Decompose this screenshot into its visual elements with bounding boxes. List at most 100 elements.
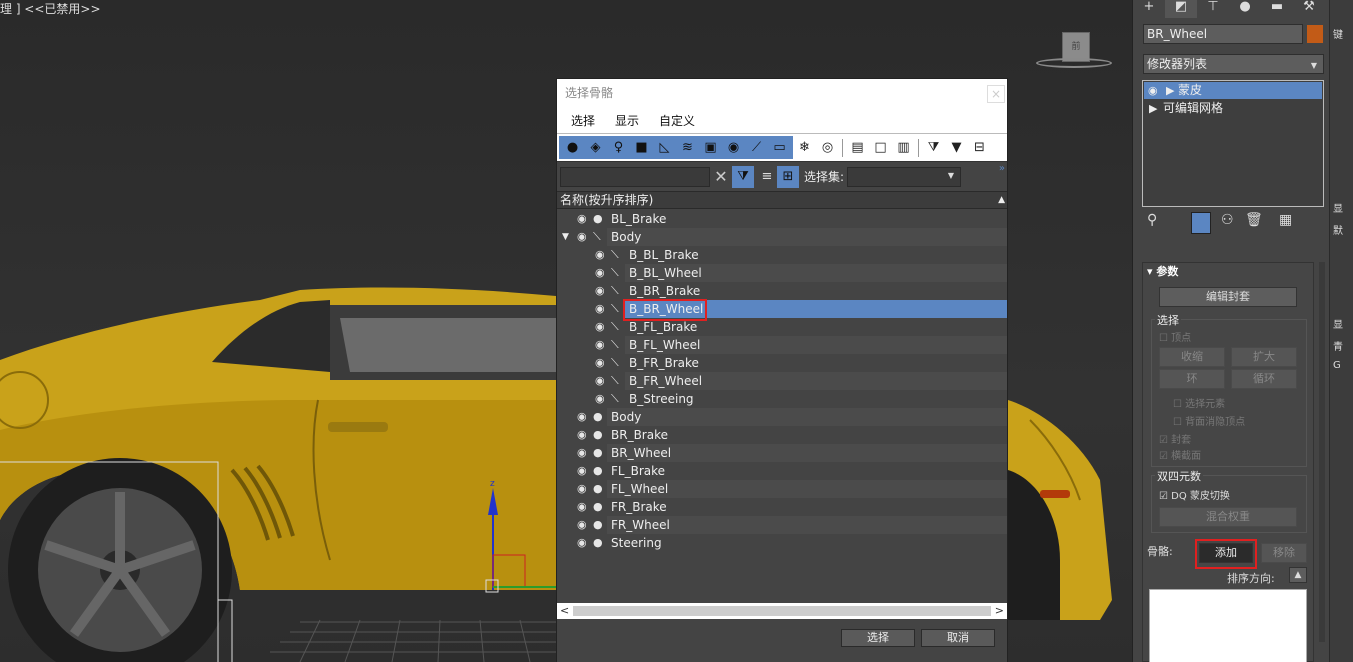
backface-checkbox[interactable]: ☐ 背面消隐顶点 bbox=[1173, 413, 1245, 428]
shape-filter-icon[interactable]: ◈ bbox=[584, 136, 607, 159]
remove-bone-button[interactable]: 移除 bbox=[1261, 543, 1307, 563]
layer-box-icon[interactable]: ⊟ bbox=[968, 136, 991, 159]
edit-envelope-button[interactable]: 编辑封套 bbox=[1159, 287, 1297, 307]
list-none-icon[interactable]: □ bbox=[869, 136, 892, 159]
stack-item-skin[interactable]: ◉ ▶ 蒙皮 bbox=[1144, 82, 1322, 99]
make-unique-icon[interactable]: ⚇ bbox=[1221, 212, 1234, 228]
configure-icon[interactable]: ▦ bbox=[1279, 212, 1292, 228]
cancel-button[interactable]: 取消 bbox=[921, 629, 995, 647]
menu-display[interactable]: 显示 bbox=[615, 112, 639, 129]
object-name-field[interactable]: BR_Wheel bbox=[1143, 24, 1303, 44]
tree-row[interactable]: ◉ ⟍ B_BL_Wheel bbox=[557, 264, 1007, 282]
utilities-tab-icon[interactable]: ⚒ bbox=[1293, 0, 1325, 18]
dialog-titlebar[interactable]: 选择骨骼 × bbox=[557, 79, 1007, 108]
visibility-eye-icon[interactable]: ◉ bbox=[595, 282, 605, 300]
eye-icon[interactable]: ◉ bbox=[1148, 82, 1158, 99]
visibility-eye-icon[interactable]: ◉ bbox=[577, 516, 587, 534]
tree-row[interactable]: ◉ ● BL_Brake bbox=[557, 210, 1007, 228]
cross-section-checkbox[interactable]: ☑ 横截面 bbox=[1159, 447, 1201, 462]
visibility-eye-icon[interactable]: ◉ bbox=[595, 354, 605, 372]
blend-weights-button[interactable]: 混合权重 bbox=[1159, 507, 1297, 527]
hierarchy-icon[interactable]: ⊞ bbox=[777, 165, 799, 188]
tree-row[interactable]: ◉ ● BR_Wheel bbox=[557, 444, 1007, 462]
visibility-eye-icon[interactable]: ◉ bbox=[595, 372, 605, 390]
tree-row[interactable]: ◉ ● Steering bbox=[557, 534, 1007, 552]
strip-label[interactable]: G bbox=[1333, 360, 1341, 371]
envelope-checkbox[interactable]: ☑ 封套 bbox=[1159, 431, 1191, 446]
scroll-left-icon[interactable]: < bbox=[560, 603, 569, 619]
list-invert-icon[interactable]: ▥ bbox=[892, 136, 915, 159]
geometry-filter-icon[interactable]: ● bbox=[561, 136, 584, 159]
dq-toggle-checkbox[interactable]: ☑ DQ 蒙皮切换 bbox=[1159, 487, 1230, 502]
tree-row[interactable]: ◉ ⟍ B_BR_Brake bbox=[557, 282, 1007, 300]
visibility-eye-icon[interactable]: ◉ bbox=[577, 426, 587, 444]
more-icon[interactable]: » bbox=[999, 163, 1005, 174]
visibility-eye-icon[interactable]: ◉ bbox=[577, 480, 587, 498]
search-input[interactable] bbox=[560, 166, 710, 187]
strip-label[interactable]: 默 bbox=[1333, 222, 1343, 237]
bone-filter-icon[interactable]: ⟋ bbox=[745, 136, 768, 159]
tree-row[interactable]: ◉ ⟍ B_FR_Wheel bbox=[557, 372, 1007, 390]
bone-list[interactable] bbox=[1149, 589, 1307, 662]
visibility-eye-icon[interactable]: ◉ bbox=[577, 210, 587, 228]
ring-button[interactable]: 环 bbox=[1159, 369, 1225, 389]
modify-tab-icon[interactable]: ◩ bbox=[1165, 0, 1197, 18]
visibility-eye-icon[interactable]: ◉ bbox=[577, 498, 587, 516]
scroll-right-icon[interactable]: > bbox=[995, 603, 1004, 619]
horizontal-scrollbar[interactable]: < > bbox=[557, 603, 1007, 619]
sort-direction-button[interactable]: ▲ bbox=[1289, 567, 1307, 583]
visibility-eye-icon[interactable]: ◉ bbox=[595, 318, 605, 336]
expand-icon[interactable]: ▶ bbox=[1166, 82, 1174, 99]
camera-filter-icon[interactable]: ■ bbox=[630, 136, 653, 159]
container-filter-icon[interactable]: ▭ bbox=[768, 136, 791, 159]
select-button[interactable]: 选择 bbox=[841, 629, 915, 647]
strip-label[interactable]: 显 bbox=[1333, 200, 1343, 215]
visibility-eye-icon[interactable]: ◉ bbox=[595, 390, 605, 408]
tree-row[interactable]: ◉ ● FR_Brake bbox=[557, 498, 1007, 516]
display-tab-icon[interactable]: ▬ bbox=[1261, 0, 1293, 18]
visibility-eye-icon[interactable]: ◉ bbox=[577, 444, 587, 462]
loop-button[interactable]: 循环 bbox=[1231, 369, 1297, 389]
tree-row[interactable]: ◉ ● FL_Brake bbox=[557, 462, 1007, 480]
light-filter-icon[interactable]: ♀ bbox=[607, 136, 630, 159]
strip-label[interactable]: 青 bbox=[1333, 338, 1343, 353]
visibility-eye-icon[interactable]: ◉ bbox=[595, 264, 605, 282]
sort-ascending-icon[interactable]: ▲ bbox=[998, 192, 1005, 209]
menu-customize[interactable]: 自定义 bbox=[659, 112, 695, 129]
xref-filter-icon[interactable]: ◉ bbox=[722, 136, 745, 159]
modifier-list-dropdown[interactable]: 修改器列表 bbox=[1143, 54, 1324, 75]
delete-icon[interactable]: 🗑 bbox=[1245, 212, 1263, 228]
filter-toggle-icon[interactable]: ⧩ bbox=[732, 165, 754, 188]
visibility-eye-icon[interactable]: ◉ bbox=[595, 300, 605, 318]
viewcube[interactable]: 前 bbox=[1036, 30, 1112, 72]
spacewarp-filter-icon[interactable]: ≋ bbox=[676, 136, 699, 159]
object-color-swatch[interactable] bbox=[1307, 25, 1323, 43]
tree-row[interactable]: ◉ ⟍ B_FL_Wheel bbox=[557, 336, 1007, 354]
stack-item-editable-mesh[interactable]: ▶ 可编辑网格 bbox=[1143, 100, 1323, 117]
select-element-checkbox[interactable]: ☐ 选择元素 bbox=[1173, 395, 1225, 410]
visibility-eye-icon[interactable]: ◉ bbox=[577, 534, 587, 552]
hierarchy-tab-icon[interactable]: ⊤ bbox=[1197, 0, 1229, 18]
tree-row[interactable]: ◉ ● FR_Wheel bbox=[557, 516, 1007, 534]
selection-set-dropdown[interactable] bbox=[847, 166, 962, 187]
motion-tab-icon[interactable]: ● bbox=[1229, 0, 1261, 18]
viewcube-ring[interactable] bbox=[1036, 58, 1112, 68]
show-end-result-button[interactable] bbox=[1191, 212, 1211, 234]
strip-label[interactable]: 显 bbox=[1333, 316, 1343, 331]
layers-icon[interactable]: ≡ bbox=[757, 169, 777, 184]
tree-row[interactable]: ◉ ⟍ B_FR_Brake bbox=[557, 354, 1007, 372]
name-column-header[interactable]: 名称(按升序排序) ▲ bbox=[557, 191, 1007, 209]
list-all-icon[interactable]: ▤ bbox=[846, 136, 869, 159]
vertex-checkbox[interactable]: ☐ 顶点 bbox=[1159, 329, 1191, 344]
expand-arrow-icon[interactable]: ▼ bbox=[562, 228, 569, 246]
shrink-button[interactable]: 收缩 bbox=[1159, 347, 1225, 367]
visibility-eye-icon[interactable]: ◉ bbox=[595, 336, 605, 354]
tree-row[interactable]: ◉ ● Body bbox=[557, 408, 1007, 426]
helper-filter-icon[interactable]: ◺ bbox=[653, 136, 676, 159]
scroll-thumb[interactable] bbox=[573, 606, 991, 616]
tree-row[interactable]: ◉ ● FL_Wheel bbox=[557, 480, 1007, 498]
rollout-header[interactable]: ▾ 参数 bbox=[1143, 263, 1313, 281]
grow-button[interactable]: 扩大 bbox=[1231, 347, 1297, 367]
funnel-filter-icon[interactable]: ⧩ bbox=[922, 136, 945, 159]
pin-icon[interactable]: ⚲ bbox=[1147, 212, 1157, 228]
